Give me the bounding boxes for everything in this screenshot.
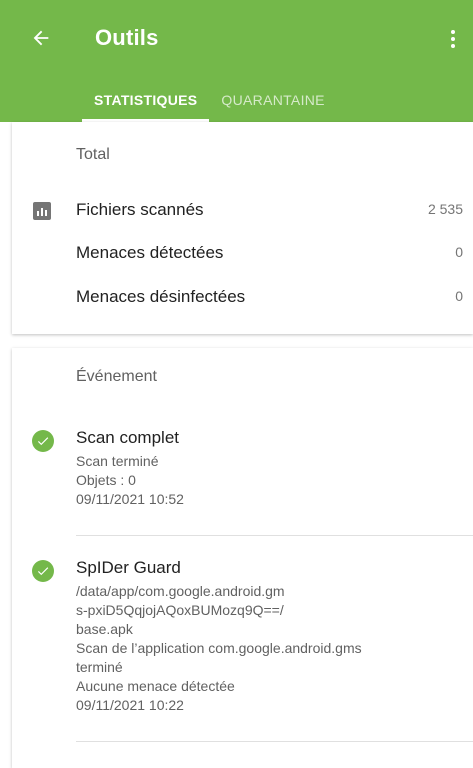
event-item-spider-guard[interactable]: SpIDer Guard /data/app/com.google.androi… [12, 558, 473, 728]
event-line: 09/11/2021 10:52 [76, 491, 184, 507]
divider [76, 741, 473, 742]
check-circle-icon [32, 560, 54, 582]
check-circle-icon [32, 430, 54, 452]
toolbar: Outils [0, 0, 473, 78]
stat-value: 0 [455, 244, 463, 260]
more-options-button[interactable] [443, 24, 463, 54]
event-details: Scan terminé Objets : 0 09/11/2021 10:52 [76, 452, 416, 509]
stat-value: 0 [455, 288, 463, 304]
event-line: Aucune menace détectée [76, 678, 235, 694]
stat-label: Menaces détectées [76, 243, 224, 262]
stat-value: 2 535 [427, 201, 463, 217]
event-title: SpIDer Guard [76, 558, 181, 577]
back-button[interactable] [26, 23, 56, 53]
event-details: /data/app/com.google.android.gm s-pxiD5Q… [76, 582, 416, 715]
stat-row-scanned-files: Fichiers scannés 2 535 [12, 200, 473, 230]
event-line: s-pxiD5QqjojAQoxBUMozq9Q==/ [76, 602, 284, 618]
bar-chart-icon [33, 202, 51, 220]
event-line: Scan terminé [76, 453, 159, 469]
stats-section-title: Total [76, 146, 110, 163]
event-title: Scan complet [76, 428, 179, 447]
event-item-scan-complete[interactable]: Scan complet Scan terminé Objets : 0 09/… [12, 428, 473, 528]
event-line: /data/app/com.google.android.gm [76, 583, 285, 599]
more-vert-icon [451, 30, 455, 34]
event-line: 09/11/2021 10:22 [76, 697, 184, 713]
arrow-left-icon [33, 30, 49, 46]
event-line: terminé [76, 659, 123, 675]
app-bar: Outils STATISTIQUES QUARANTAINE [0, 0, 473, 122]
stat-label: Fichiers scannés [76, 200, 204, 219]
events-section-title: Événement [76, 368, 157, 385]
tab-bar: STATISTIQUES QUARANTAINE [82, 78, 337, 122]
tab-statistiques[interactable]: STATISTIQUES [82, 78, 210, 122]
event-line: Scan de l’application com.google.android… [76, 640, 362, 656]
event-line: base.apk [76, 621, 133, 637]
stats-card: Total Fichiers scannés 2 535 Menaces dét… [12, 122, 473, 334]
stat-row-threats-detected: Menaces détectées 0 [12, 243, 473, 273]
tab-quarantaine[interactable]: QUARANTAINE [209, 78, 336, 122]
stat-row-threats-disinfected: Menaces désinfectées 0 [12, 287, 473, 317]
page-title: Outils [95, 25, 159, 50]
event-line: Objets : 0 [76, 472, 136, 488]
divider [76, 535, 473, 536]
events-card: Événement Scan complet Scan terminé Obje… [12, 348, 473, 768]
stat-label: Menaces désinfectées [76, 287, 246, 306]
